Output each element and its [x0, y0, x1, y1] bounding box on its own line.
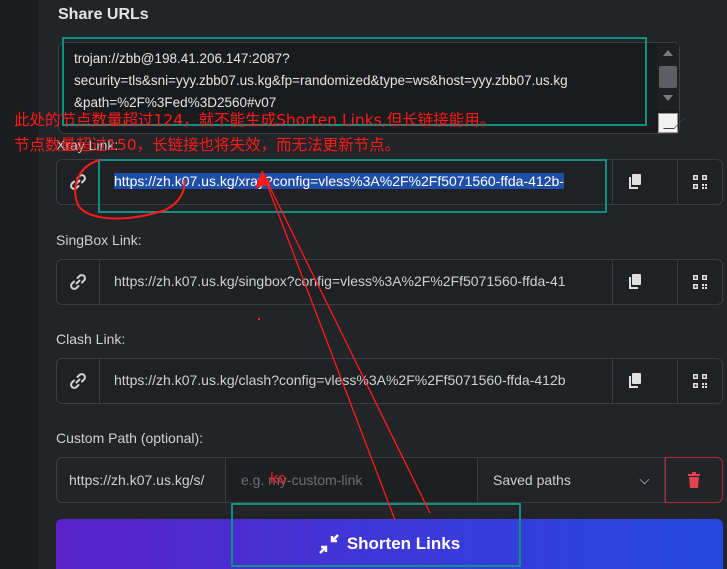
chevron-down-icon [639, 474, 650, 485]
annotation-ko-mark: ko [270, 471, 287, 487]
link-icon [57, 160, 100, 204]
link-icon [57, 359, 100, 403]
shorten-links-label: Shorten Links [346, 534, 461, 553]
copy-button[interactable] [612, 359, 657, 403]
qrcode-button[interactable] [677, 160, 722, 204]
shorten-links-button[interactable]: Shorten Links [56, 519, 723, 569]
compress-arrows-icon [318, 534, 339, 554]
annotation-line-2: 节点数量超过150，长链接也将失效，而无法更新节点。 [14, 136, 401, 154]
delete-path-button[interactable] [665, 457, 723, 503]
custom-path-group: https://zh.k07.us.kg/s/ e.g. my-custom-l… [56, 457, 723, 503]
qrcode-button[interactable] [677, 260, 722, 304]
singbox-link-group: https://zh.k07.us.kg/singbox?config=vles… [56, 259, 723, 305]
copy-icon [629, 373, 641, 388]
section-title: Share URLs [58, 6, 149, 23]
xray-link-value[interactable]: https://zh.k07.us.kg/xray?config=vless%3… [114, 173, 604, 189]
qrcode-icon [693, 374, 707, 388]
clash-link-label: Clash Link: [56, 331, 126, 347]
custom-path-input[interactable]: e.g. my-custom-link [226, 457, 478, 503]
copy-button[interactable] [612, 260, 657, 304]
annotation-line-1: 此处的节点数量超过124，就不能生成Shorten Links,但长链接能用。 [14, 111, 496, 129]
trash-icon [688, 472, 700, 488]
custom-path-prefix: https://zh.k07.us.kg/s/ [56, 457, 226, 503]
qrcode-icon [693, 275, 707, 289]
singbox-link-label: SingBox Link: [56, 232, 142, 248]
qrcode-button[interactable] [677, 359, 722, 403]
copy-button[interactable] [612, 160, 657, 204]
custom-path-label: Custom Path (optional): [56, 430, 204, 446]
qrcode-icon [693, 175, 707, 189]
clash-link-value[interactable]: https://zh.k07.us.kg/clash?config=vless%… [114, 372, 604, 388]
clash-link-group: https://zh.k07.us.kg/clash?config=vless%… [56, 358, 723, 404]
link-icon [57, 260, 100, 304]
copy-icon [629, 174, 641, 189]
saved-paths-label: Saved paths [493, 472, 571, 488]
scroll-up-arrow-icon[interactable] [663, 50, 673, 56]
xray-link-group: https://zh.k07.us.kg/xray?config=vless%3… [56, 159, 723, 205]
share-urls-text[interactable]: trojan://zbb@198.41.206.147:2087? securi… [74, 48, 664, 114]
singbox-link-value[interactable]: https://zh.k07.us.kg/singbox?config=vles… [114, 273, 604, 289]
annotation-dot [258, 318, 260, 320]
copy-icon [629, 274, 641, 289]
scroll-down-arrow-icon[interactable] [663, 95, 673, 101]
scrollbar-thumb[interactable] [659, 66, 677, 88]
resize-handle-icon[interactable] [658, 113, 678, 133]
saved-paths-select[interactable]: Saved paths [478, 457, 665, 503]
